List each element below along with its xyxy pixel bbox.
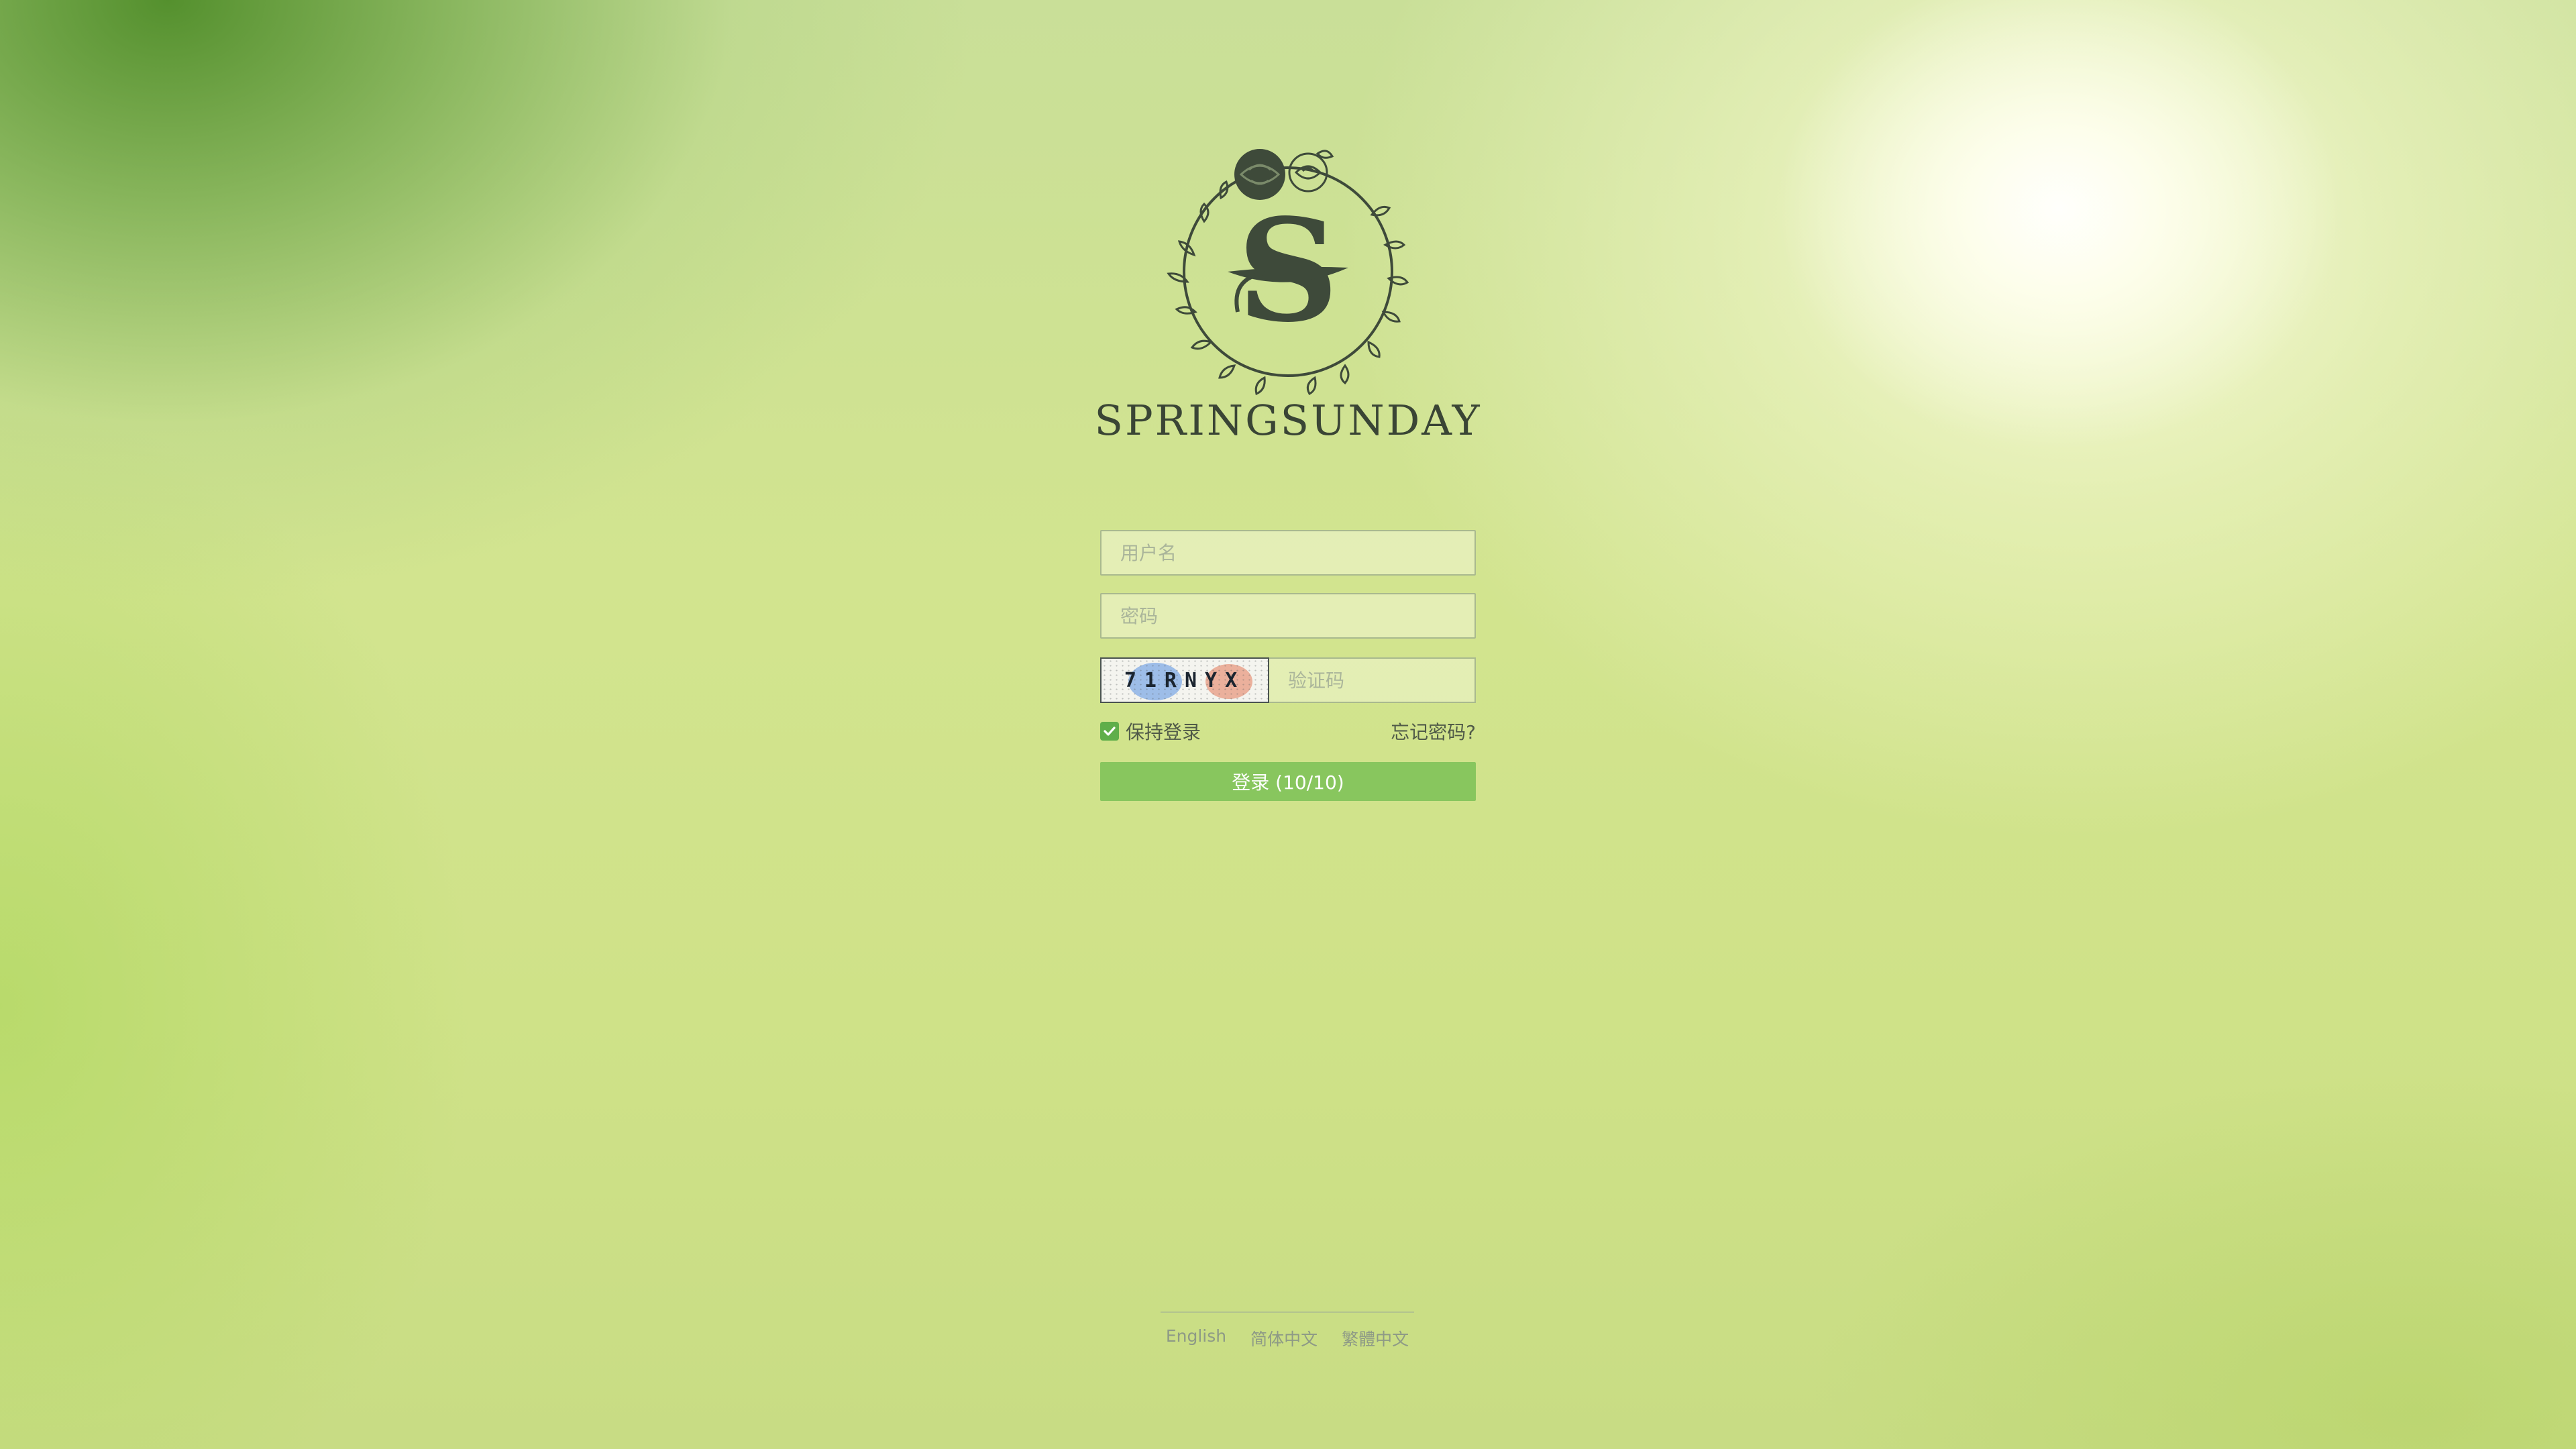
- captcha-row: 71RNYX: [1100, 657, 1476, 703]
- username-input[interactable]: [1100, 530, 1476, 576]
- captcha-text: 71RNYX: [1124, 668, 1246, 692]
- login-button[interactable]: 登录 (10/10): [1100, 762, 1476, 801]
- remember-me-checkbox[interactable]: [1100, 722, 1119, 741]
- brand-name: SPRINGSUNDAY: [1094, 396, 1482, 445]
- language-switcher: English 简体中文 繁體中文: [1161, 1311, 1414, 1350]
- lang-simplified-chinese-link[interactable]: 简体中文: [1250, 1326, 1318, 1350]
- lang-traditional-chinese-link[interactable]: 繁體中文: [1342, 1326, 1409, 1350]
- captcha-image[interactable]: 71RNYX: [1100, 657, 1269, 703]
- remember-me-toggle[interactable]: 保持登录: [1100, 718, 1201, 745]
- check-icon: [1104, 727, 1116, 736]
- forgot-password-link[interactable]: 忘记密码?: [1391, 718, 1476, 745]
- login-form: 71RNYX 保持登录 忘记密码? 登录 (10/10): [1100, 530, 1476, 801]
- brand-logo-icon: S: [1167, 149, 1409, 396]
- captcha-input[interactable]: [1269, 657, 1476, 703]
- remember-me-label: 保持登录: [1126, 721, 1201, 743]
- lang-english-link[interactable]: English: [1166, 1326, 1226, 1350]
- login-options: 保持登录 忘记密码?: [1100, 718, 1476, 745]
- password-input[interactable]: [1100, 593, 1476, 639]
